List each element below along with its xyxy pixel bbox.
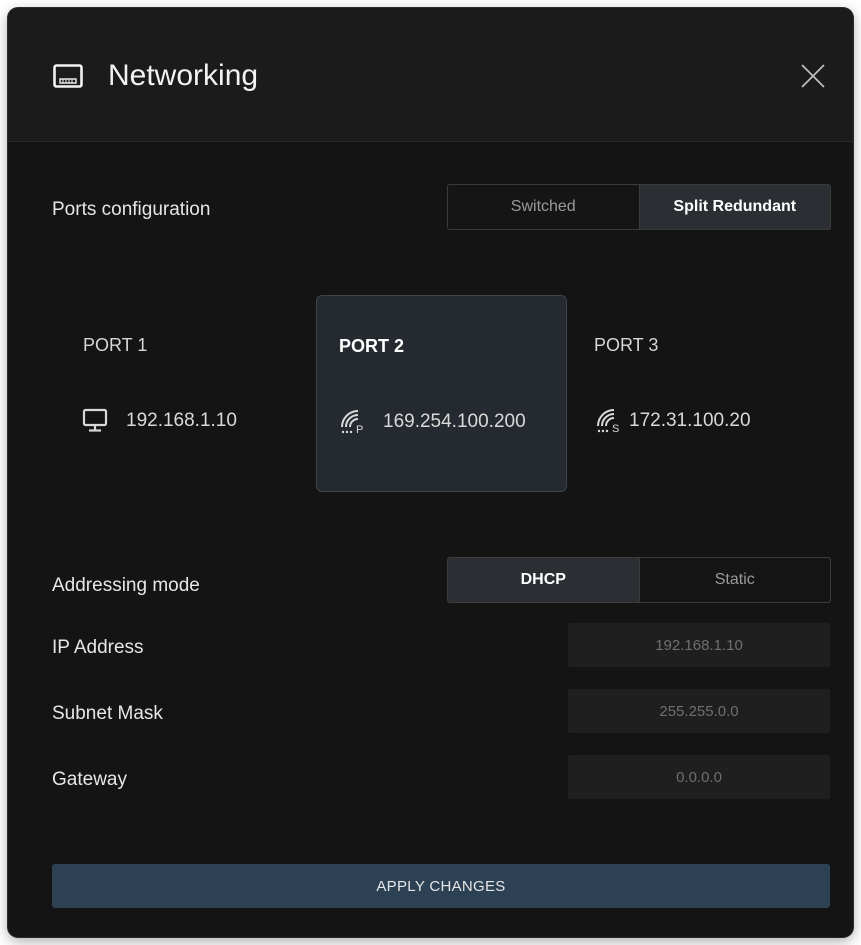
apply-changes-button[interactable]: APPLY CHANGES xyxy=(52,864,830,908)
split-redundant-option[interactable]: Split Redundant xyxy=(638,185,830,229)
dialog-header: Networking xyxy=(8,8,853,142)
dhcp-option[interactable]: DHCP xyxy=(448,558,639,602)
dialog-title: Networking xyxy=(108,59,259,92)
ports-configuration-label: Ports configuration xyxy=(52,199,211,220)
switched-option[interactable]: Switched xyxy=(448,185,639,229)
subnet-mask-field[interactable]: 255.255.0.0 xyxy=(568,689,830,733)
port-ip: 172.31.100.20 xyxy=(629,410,751,431)
gateway-label: Gateway xyxy=(52,769,127,790)
port-name: PORT 1 xyxy=(83,335,148,355)
ip-address-field[interactable]: 192.168.1.10 xyxy=(568,623,830,667)
secondary-signal-icon: S xyxy=(597,409,619,433)
gateway-field[interactable]: 0.0.0.0 xyxy=(568,755,830,799)
static-option[interactable]: Static xyxy=(638,558,831,602)
port-1-card[interactable]: PORT 1 192.168.1.10 xyxy=(70,295,320,491)
port-2-card[interactable]: PORT 2 P 169.254.100.200 xyxy=(316,295,567,492)
monitor-icon xyxy=(82,408,108,432)
port-3-card[interactable]: PORT 3 S 172.31.100.20 xyxy=(583,295,833,491)
port-name: PORT 2 xyxy=(339,336,405,356)
primary-signal-icon: P xyxy=(341,410,363,434)
svg-text:P: P xyxy=(356,424,363,434)
networking-dialog: Networking Ports configuration Switched … xyxy=(8,8,853,937)
addressing-mode-toggle: DHCP Static xyxy=(447,557,831,603)
ports-configuration-toggle: Switched Split Redundant xyxy=(447,184,831,230)
port-ip: 169.254.100.200 xyxy=(383,411,526,432)
close-icon[interactable] xyxy=(799,62,827,90)
svg-text:S: S xyxy=(612,423,619,433)
port-ip: 192.168.1.10 xyxy=(126,410,237,431)
ip-address-label: IP Address xyxy=(52,637,144,658)
ethernet-port-icon xyxy=(53,64,83,88)
addressing-mode-label: Addressing mode xyxy=(52,575,200,596)
port-name: PORT 3 xyxy=(594,335,659,355)
subnet-mask-label: Subnet Mask xyxy=(52,703,163,724)
